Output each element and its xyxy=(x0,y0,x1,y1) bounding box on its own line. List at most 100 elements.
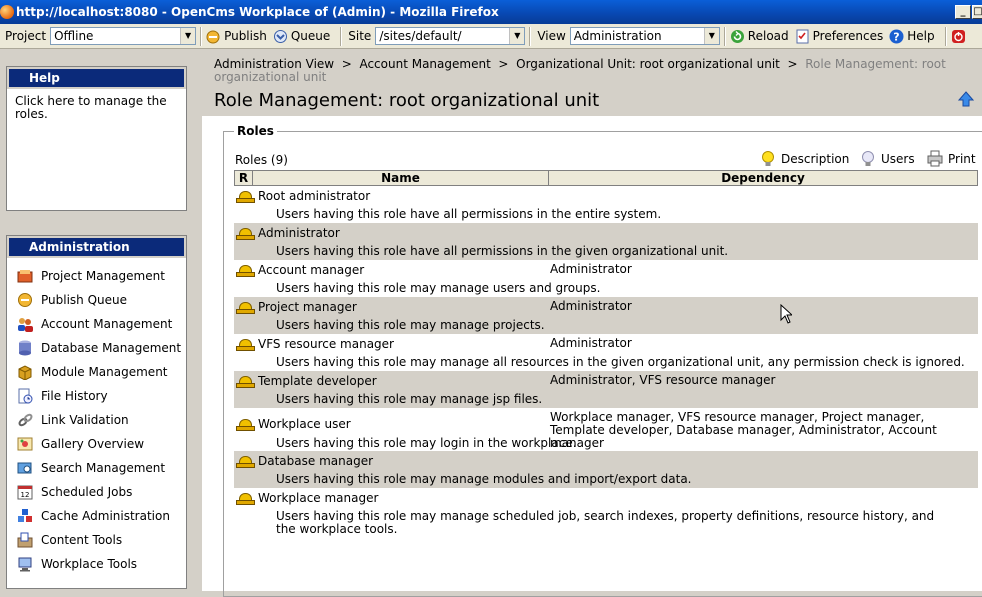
workplace-tools-icon xyxy=(17,556,34,572)
role-name: Administrator xyxy=(258,226,340,240)
roles-count: Roles (9) xyxy=(235,153,288,167)
gallery-icon xyxy=(17,436,34,452)
role-description: Users having this role may login in the … xyxy=(276,436,577,450)
admin-item-database-management[interactable]: Database Management xyxy=(7,336,186,360)
chevron-down-icon: ▼ xyxy=(180,28,196,44)
page-title: Role Management: root organizational uni… xyxy=(214,90,600,111)
role-name: VFS resource manager xyxy=(258,337,394,351)
accounts-icon xyxy=(17,316,34,332)
queue-button[interactable]: Queue xyxy=(273,29,330,44)
column-header-name[interactable]: Name xyxy=(253,171,549,185)
svg-text:12: 12 xyxy=(21,491,30,499)
help-text[interactable]: Click here to manage the roles. xyxy=(7,89,186,127)
admin-item-label: Gallery Overview xyxy=(41,437,145,451)
admin-item-content-tools[interactable]: Content Tools xyxy=(7,528,186,552)
reload-button[interactable]: Reload xyxy=(730,29,789,44)
admin-item-gallery-overview[interactable]: Gallery Overview xyxy=(7,432,186,456)
table-row[interactable]: Root administrator Users having this rol… xyxy=(234,186,978,223)
reload-label: Reload xyxy=(747,29,789,43)
role-description: Users having this role may manage schedu… xyxy=(276,509,935,536)
description-action[interactable]: Description xyxy=(760,150,849,167)
breadcrumb-separator: > xyxy=(498,57,509,71)
breadcrumb-organizational-unit[interactable]: Organizational Unit: root organizational… xyxy=(516,57,780,71)
help-icon: ? xyxy=(889,29,904,44)
queue-label: Queue xyxy=(290,29,331,43)
admin-item-workplace-tools[interactable]: Workplace Tools xyxy=(7,552,186,576)
main-content: Administration View > Account Management… xyxy=(202,50,982,597)
table-row[interactable]: Workplace manager Users having this role… xyxy=(234,488,978,538)
role-hat-icon xyxy=(236,339,255,351)
role-dependency: Administrator xyxy=(550,336,632,350)
users-action-label: Users xyxy=(881,151,915,166)
window-title-bar: http://localhost:8080 - OpenCms Workplac… xyxy=(0,0,982,24)
table-row[interactable]: Database manager Users having this role … xyxy=(234,451,978,488)
table-row[interactable]: Workplace user Workplace manager, VFS re… xyxy=(234,408,978,451)
project-select[interactable]: Offline ▼ xyxy=(50,27,197,45)
admin-item-label: Project Management xyxy=(41,269,165,283)
table-row[interactable]: Template developer Administrator, VFS re… xyxy=(234,371,978,408)
publish-button[interactable]: Publish xyxy=(206,29,267,44)
breadcrumb: Administration View > Account Management… xyxy=(214,58,982,84)
minimize-button[interactable]: _ xyxy=(955,5,971,19)
window-title: http://localhost:8080 - OpenCms Workplac… xyxy=(16,5,499,19)
reload-icon xyxy=(730,29,745,44)
help-button[interactable]: ? Help xyxy=(889,29,935,44)
role-hat-icon xyxy=(236,265,255,277)
admin-item-label: Search Management xyxy=(41,461,166,475)
up-arrow-icon[interactable] xyxy=(957,91,975,107)
table-row[interactable]: VFS resource manager Administrator Users… xyxy=(234,334,978,371)
admin-item-label: Module Management xyxy=(41,365,168,379)
toolbar-separator xyxy=(944,26,947,46)
admin-item-project-management[interactable]: Project Management xyxy=(7,264,186,288)
column-header-r[interactable]: R xyxy=(235,171,253,185)
table-row[interactable]: Administrator Users having this role hav… xyxy=(234,223,978,260)
column-header-dependency[interactable]: Dependency xyxy=(549,171,977,185)
exit-button[interactable] xyxy=(951,29,969,44)
role-hat-icon xyxy=(236,493,255,505)
role-description: Users having this role have all permissi… xyxy=(276,244,729,258)
content-tools-icon xyxy=(17,532,34,548)
roles-fieldset: Roles Roles (9) Description Users Print … xyxy=(223,124,982,597)
admin-item-label: Link Validation xyxy=(41,413,129,427)
breadcrumb-account-management[interactable]: Account Management xyxy=(359,57,490,71)
database-icon xyxy=(17,340,34,356)
admin-item-label: Content Tools xyxy=(41,533,123,547)
preferences-label: Preferences xyxy=(812,29,884,43)
print-action[interactable]: Print xyxy=(927,150,976,167)
printer-icon xyxy=(927,150,943,167)
role-dependency: Administrator xyxy=(550,299,632,313)
role-description: Users having this role may manage module… xyxy=(276,472,692,486)
site-select[interactable]: /sites/default/ ▼ xyxy=(375,27,526,45)
breadcrumb-administration-view[interactable]: Administration View xyxy=(214,57,334,71)
view-label: View xyxy=(537,29,566,43)
admin-item-cache-administration[interactable]: Cache Administration xyxy=(7,504,186,528)
admin-item-account-management[interactable]: Account Management xyxy=(7,312,186,336)
maximize-button[interactable]: □ xyxy=(972,5,982,19)
users-action[interactable]: Users xyxy=(860,150,915,167)
admin-item-link-validation[interactable]: Link Validation xyxy=(7,408,186,432)
role-name: Root administrator xyxy=(258,189,371,203)
administration-panel-title: Administration xyxy=(7,236,186,258)
admin-item-scheduled-jobs[interactable]: 12 Scheduled Jobs xyxy=(7,480,186,504)
admin-item-search-management[interactable]: Search Management xyxy=(7,456,186,480)
admin-item-file-history[interactable]: File History xyxy=(7,384,186,408)
preferences-button[interactable]: Preferences xyxy=(795,29,884,44)
chevron-down-icon: ▼ xyxy=(509,28,525,44)
project-label: Project xyxy=(5,29,47,43)
role-dependency: Administrator, VFS resource manager xyxy=(550,373,776,387)
role-name: Database manager xyxy=(258,454,374,468)
table-row[interactable]: Account manager Administrator Users havi… xyxy=(234,260,978,297)
admin-item-module-management[interactable]: Module Management xyxy=(7,360,186,384)
table-row[interactable]: Project manager Administrator Users havi… xyxy=(234,297,978,334)
toolbar-separator xyxy=(340,26,343,46)
preferences-icon xyxy=(795,29,810,44)
role-hat-icon xyxy=(236,376,255,388)
exit-icon xyxy=(951,29,966,44)
print-action-label: Print xyxy=(948,151,976,166)
site-label: Site xyxy=(348,29,372,43)
admin-item-publish-queue[interactable]: Publish Queue xyxy=(7,288,186,312)
breadcrumb-separator: > xyxy=(787,57,798,71)
view-select[interactable]: Administration ▼ xyxy=(569,27,720,45)
link-icon xyxy=(17,412,34,428)
role-description: Users having this role have all permissi… xyxy=(276,207,662,221)
